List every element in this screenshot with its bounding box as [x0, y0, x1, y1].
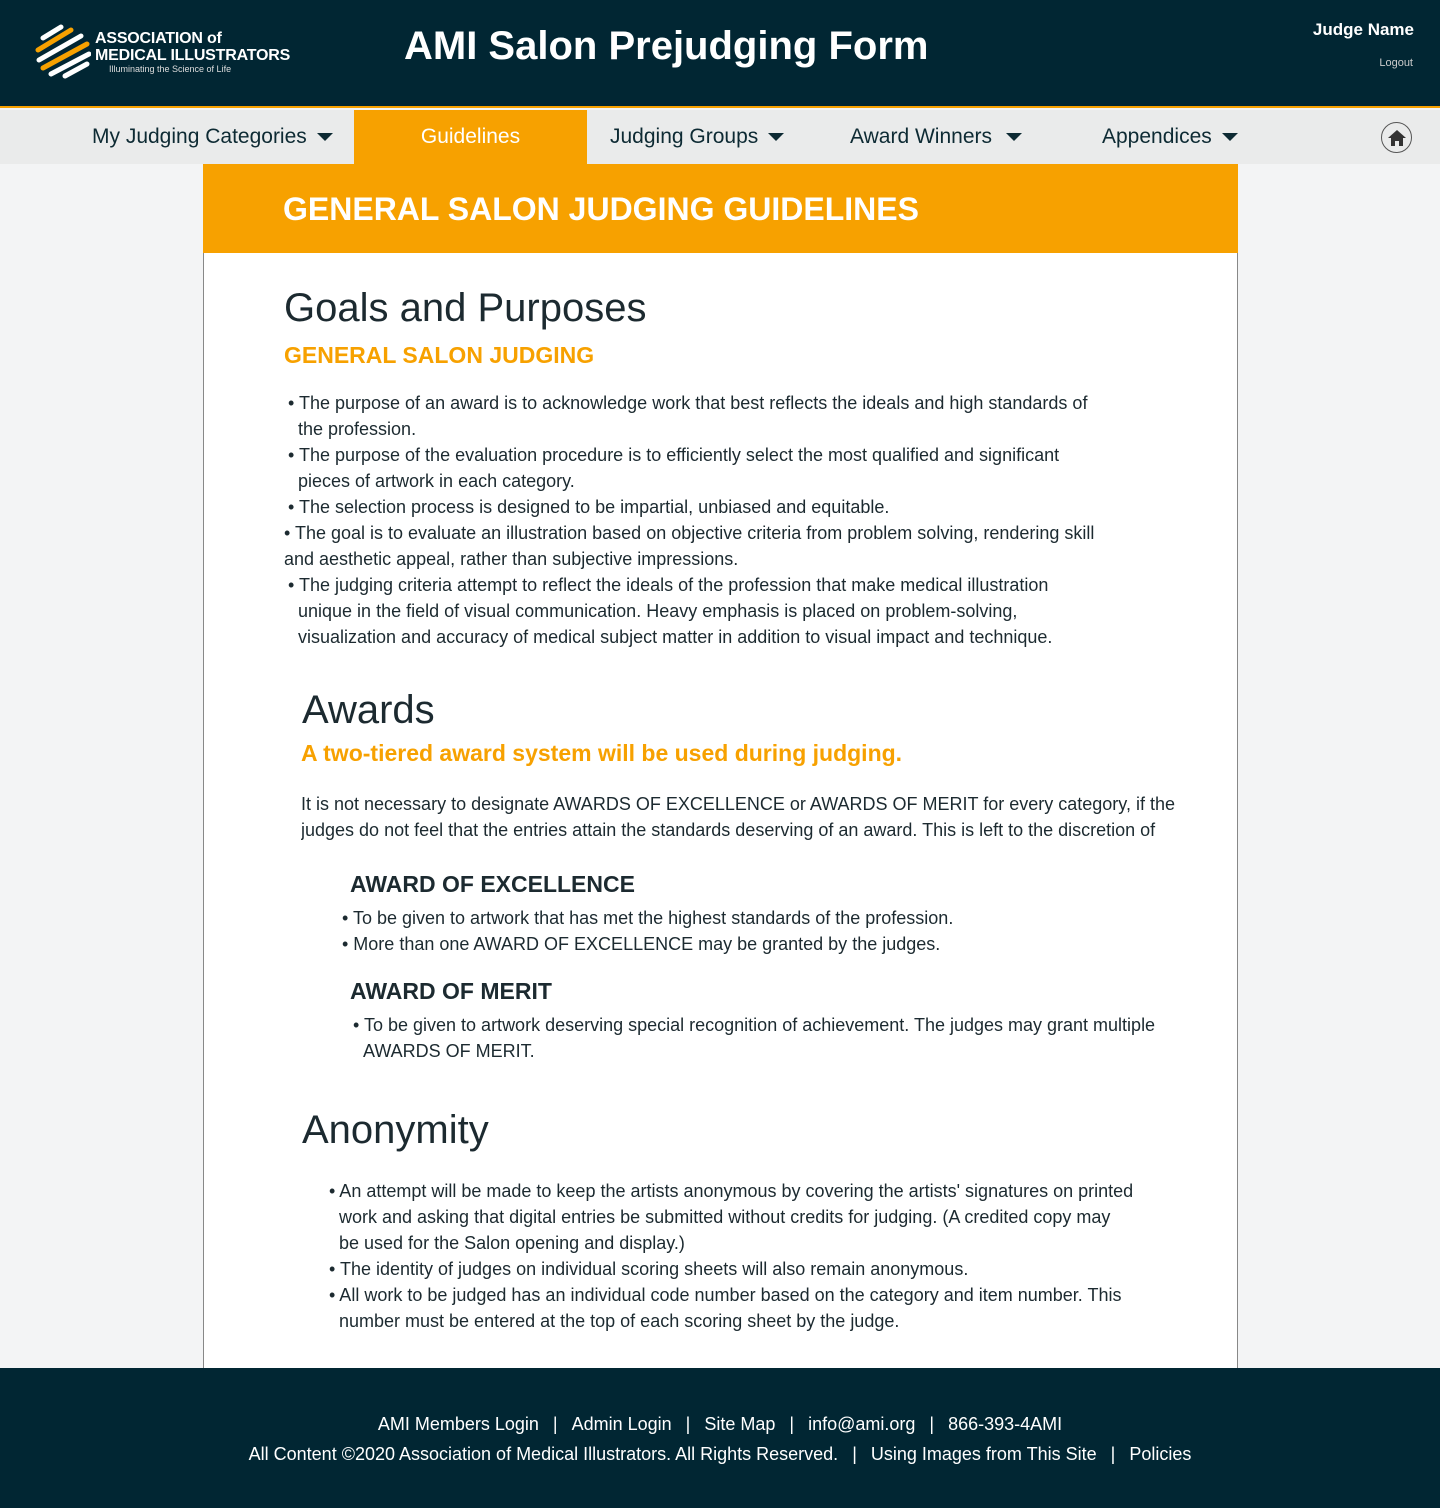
main-nav: My Judging Categories Guidelines Judging… — [0, 110, 1440, 164]
nav-award-winners[interactable]: Award Winners — [850, 110, 1022, 164]
list-item: • An attempt will be made to keep the ar… — [329, 1181, 1134, 1253]
list-item: • All work to be judged has an individua… — [329, 1285, 1122, 1331]
footer-legal: All Content ©2020 Association of Medical… — [0, 1444, 1440, 1465]
content-panel: GENERAL SALON JUDGING GUIDELINES Goals a… — [203, 164, 1238, 1368]
excellence-list: • To be given to artwork that has met th… — [342, 905, 1202, 957]
nav-appendices[interactable]: Appendices — [1102, 110, 1238, 164]
merit-heading: AWARD OF MERIT — [350, 978, 552, 1004]
goals-subheading: GENERAL SALON JUDGING — [284, 342, 595, 368]
nav-label: Appendices — [1102, 125, 1212, 148]
footer-policies[interactable]: Policies — [1129, 1444, 1191, 1464]
footer-using-images[interactable]: Using Images from This Site — [871, 1444, 1097, 1464]
separator: | — [789, 1414, 795, 1434]
list-item: • To be given to artwork deserving speci… — [353, 1015, 1156, 1061]
merit-list: • To be given to artwork deserving speci… — [349, 1012, 1209, 1064]
list-item: • The goal is to evaluate an illustratio… — [284, 523, 1095, 569]
anonymity-list: • An attempt will be made to keep the ar… — [325, 1178, 1135, 1334]
logo-line1: ASSOCIATION of — [95, 30, 222, 47]
separator: | — [852, 1444, 857, 1464]
judge-name: Judge Name — [1312, 20, 1414, 39]
site-footer: AMI Members Login | Admin Login | Site Map | i… — [0, 1368, 1440, 1508]
awards-intro: It is not necessary to designate AWARDS … — [301, 794, 1175, 840]
goals-heading: Goals and Purposes — [284, 286, 647, 330]
site-header: ASSOCIATION of MEDICAL ILLUSTRATORS Illu… — [0, 0, 1440, 108]
excellence-heading: AWARD OF EXCELLENCE — [350, 871, 635, 897]
caret-down-icon — [1221, 133, 1238, 142]
page-title: AMI Salon Prejudging Form — [404, 24, 929, 68]
list-item: • The selection process is designed to b… — [288, 497, 890, 517]
logo-tagline: Illuminating the Science of Life — [109, 64, 232, 74]
footer-links: AMI Members Login | Admin Login | Site Map | i… — [0, 1414, 1440, 1435]
separator: | — [929, 1414, 935, 1434]
nav-my-judging-categories[interactable]: My Judging Categories — [92, 110, 333, 164]
nav-label: Award Winners — [850, 125, 992, 148]
list-item: • The identity of judges on individual s… — [329, 1259, 969, 1279]
separator: | — [552, 1414, 558, 1434]
home-button[interactable] — [1381, 122, 1412, 153]
caret-down-icon — [316, 133, 333, 142]
caret-down-icon — [768, 133, 785, 142]
nav-guidelines[interactable]: Guidelines — [354, 110, 587, 164]
footer-site-map[interactable]: Site Map — [704, 1414, 775, 1434]
list-item: • To be given to artwork that has met th… — [342, 908, 954, 928]
nav-label: Judging Groups — [610, 125, 759, 148]
logo-line2: MEDICAL ILLUSTRATORS — [95, 47, 291, 64]
nav-judging-groups[interactable]: Judging Groups — [610, 110, 785, 164]
separator: | — [685, 1414, 691, 1434]
logout-link[interactable]: Logout — [1379, 57, 1413, 69]
awards-subheading: A two-tiered award system will be used d… — [301, 740, 903, 766]
list-item: • The judging criteria attempt to reflec… — [288, 575, 1053, 647]
footer-admin-login[interactable]: Admin Login — [572, 1414, 672, 1434]
footer-members-login[interactable]: AMI Members Login — [378, 1414, 539, 1434]
guidelines-banner: GENERAL SALON JUDGING GUIDELINES — [203, 164, 1238, 253]
anonymity-heading: Anonymity — [302, 1108, 489, 1152]
list-item: • More than one AWARD OF EXCELLENCE may … — [342, 934, 941, 954]
separator: | — [1110, 1444, 1116, 1464]
caret-down-icon — [1006, 133, 1022, 142]
list-item: • The purpose of an award is to acknowle… — [288, 393, 1088, 439]
awards-heading: Awards — [302, 688, 435, 732]
list-item: • The purpose of the evaluation procedur… — [288, 445, 1060, 491]
copyright: All Content ©2020 Association of Medical… — [248, 1444, 839, 1464]
nav-label: Guidelines — [420, 125, 521, 148]
footer-email[interactable]: info@ami.org — [808, 1414, 915, 1434]
nav-label: My Judging Categories — [92, 125, 307, 148]
ami-logo[interactable]: ASSOCIATION of MEDICAL ILLUSTRATORS Illu… — [35, 24, 290, 80]
footer-phone[interactable]: 866-393-4AMI — [948, 1414, 1062, 1434]
logo-mark-icon — [35, 24, 91, 79]
home-icon — [1387, 129, 1406, 146]
goals-list: • The purpose of an award is to acknowle… — [284, 390, 1104, 650]
